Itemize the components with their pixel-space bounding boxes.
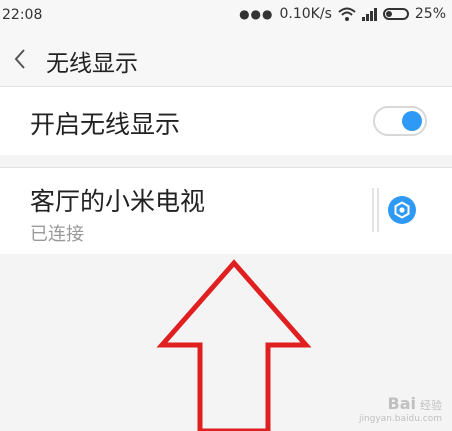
signal-icon: [361, 7, 377, 21]
wifi-icon: [338, 7, 356, 21]
settings-gear-icon[interactable]: [388, 196, 416, 224]
section-gap: [0, 155, 452, 167]
header: 无线显示: [0, 32, 452, 86]
device-status: 已连接: [30, 224, 84, 245]
device-divider-2: [377, 188, 379, 232]
wireless-display-label: 开启无线显示: [30, 110, 181, 139]
battery-icon: [382, 8, 409, 20]
baidu-watermark: Bai 经验 jingyan.baidu.com: [359, 394, 442, 424]
device-name: 客厅的小米电视: [30, 187, 206, 216]
watermark-logo-text: Bai: [387, 394, 416, 413]
status-right: ●●● 0.10K/s 25%: [239, 6, 446, 22]
status-bar: 22:08 ●●● 0.10K/s 25%: [0, 0, 452, 32]
notification-dots-icon: ●●●: [239, 7, 274, 21]
page-title: 无线显示: [46, 51, 138, 77]
wireless-display-row[interactable]: 开启无线显示: [0, 86, 452, 156]
empty-area: [0, 254, 452, 431]
status-time: 22:08: [2, 7, 43, 23]
device-divider: [372, 188, 374, 232]
back-arrow-icon[interactable]: [12, 47, 28, 71]
toggle-knob: [402, 111, 422, 131]
network-speed: 0.10K/s: [279, 6, 332, 22]
wireless-display-toggle[interactable]: [373, 106, 427, 136]
watermark-sub: 经验: [420, 399, 442, 412]
watermark-url: jingyan.baidu.com: [358, 414, 442, 424]
battery-percent: 25%: [414, 6, 446, 22]
device-row[interactable]: 客厅的小米电视 已连接: [0, 167, 452, 255]
